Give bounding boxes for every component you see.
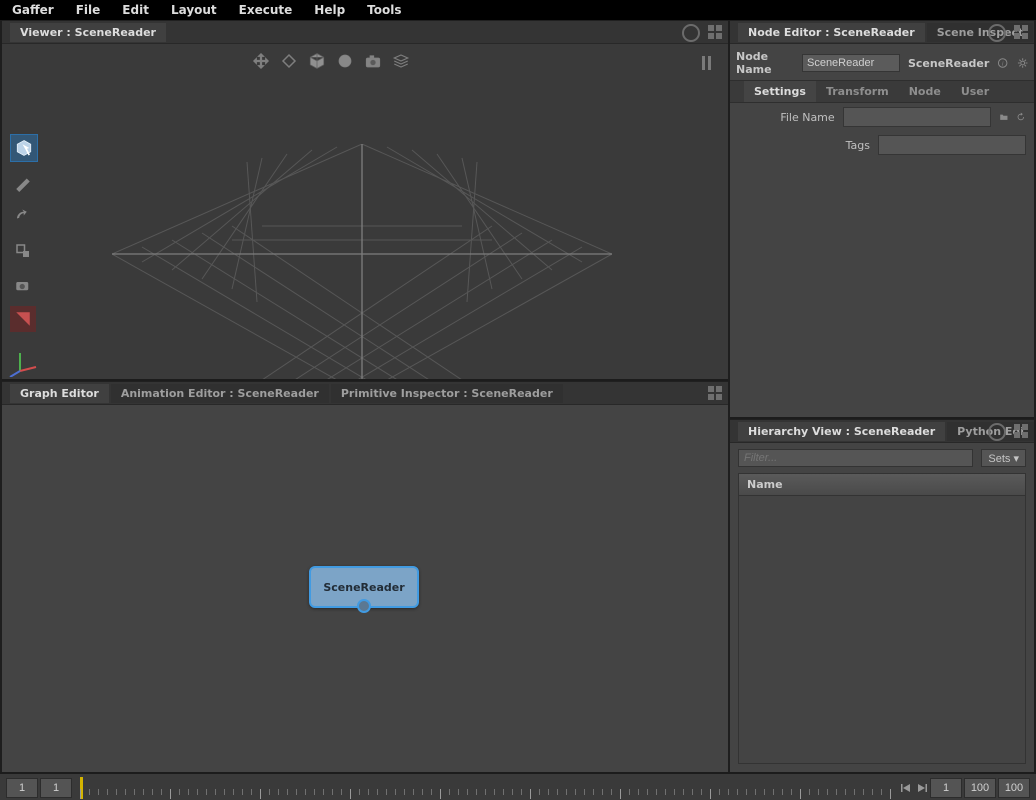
menubar-item-gaffer[interactable]: Gaffer (4, 1, 68, 19)
hierarchy-column-name[interactable]: Name (738, 473, 1026, 496)
node-header: Node Name SceneReader i (730, 44, 1034, 80)
subtab-transform[interactable]: Transform (816, 81, 899, 102)
tool-crop[interactable] (10, 306, 36, 332)
folder-icon[interactable] (999, 110, 1009, 124)
tool-translate[interactable] (10, 170, 36, 196)
hierarchy-tabstrip: Hierarchy View : SceneReader Python Edi (730, 419, 1034, 443)
tags-label: Tags (738, 139, 870, 152)
menubar-item-layout[interactable]: Layout (163, 1, 231, 19)
ground-grid (112, 144, 612, 381)
menubar-item-execute[interactable]: Execute (231, 1, 307, 19)
expand-all-icon[interactable] (252, 52, 270, 70)
graph-layout-icon[interactable] (708, 386, 722, 400)
tool-select[interactable] (10, 134, 38, 162)
axis-gnomon-icon (8, 347, 38, 377)
timeline-start-frame[interactable] (40, 778, 72, 798)
viewer-pin-icon[interactable] (682, 24, 700, 42)
tags-row: Tags (730, 131, 1034, 159)
tool-scale[interactable] (10, 238, 36, 264)
tab-animation-editor[interactable]: Animation Editor : SceneReader (111, 384, 329, 403)
viewer-layout-icon[interactable] (708, 25, 722, 39)
hierarchy-filter-input[interactable] (738, 449, 973, 467)
reload-icon[interactable] (1016, 110, 1026, 124)
menubar-item-help[interactable]: Help (306, 1, 359, 19)
node-editor-subtabs: Settings Transform Node User (730, 80, 1034, 103)
node-scenereader[interactable]: SceneReader (309, 566, 419, 608)
subtab-user[interactable]: User (951, 81, 999, 102)
node-editor-tabstrip: Node Editor : SceneReader Scene Inspect (730, 20, 1034, 44)
tool-camera[interactable] (10, 272, 36, 298)
node-type-name: SceneReader (908, 57, 989, 70)
graph-editor[interactable]: SceneReader (2, 405, 728, 772)
tool-rotate[interactable] (10, 204, 36, 230)
gear-icon[interactable] (1017, 56, 1028, 70)
node-name-label: Node Name (736, 50, 794, 76)
layers-icon[interactable] (392, 52, 410, 70)
left-column: Viewer : SceneReader (0, 20, 730, 772)
draw-mode-icon[interactable] (280, 52, 298, 70)
menubar: Gaffer File Edit Layout Execute Help Too… (0, 0, 1036, 20)
graph-tabstrip: Graph Editor Animation Editor : SceneRea… (2, 381, 728, 405)
viewer-tool-column (10, 134, 38, 332)
tab-viewer[interactable]: Viewer : SceneReader (10, 23, 166, 42)
viewer[interactable] (2, 44, 728, 381)
sphere-icon[interactable] (336, 52, 354, 70)
sets-button[interactable]: Sets ▾ (981, 449, 1026, 467)
info-icon[interactable]: i (997, 56, 1008, 70)
tab-graph-editor[interactable]: Graph Editor (10, 384, 109, 403)
hierarchy-layout-icon[interactable] (1014, 424, 1028, 438)
right-column: Node Editor : SceneReader Scene Inspect … (730, 20, 1036, 772)
timeline-current-frame[interactable] (930, 778, 962, 798)
play-backward-button[interactable] (900, 781, 912, 795)
tab-hierarchy-view[interactable]: Hierarchy View : SceneReader (738, 422, 945, 441)
menubar-item-file[interactable]: File (68, 1, 115, 19)
menubar-item-tools[interactable]: Tools (359, 1, 415, 19)
timeline-start-cap[interactable] (6, 778, 38, 798)
pause-button[interactable] (702, 56, 714, 70)
tags-input[interactable] (878, 135, 1026, 155)
play-forward-button[interactable] (916, 781, 928, 795)
timeline-end-cap[interactable] (998, 778, 1030, 798)
subtab-settings[interactable]: Settings (744, 81, 816, 102)
file-name-input[interactable] (843, 107, 991, 127)
viewer-toolbar (252, 52, 410, 70)
hierarchy-pin-icon[interactable] (988, 423, 1006, 441)
timeline (0, 772, 1036, 800)
svg-text:i: i (1002, 61, 1004, 67)
viewer-tabstrip: Viewer : SceneReader (2, 20, 728, 44)
file-name-row: File Name (730, 103, 1034, 131)
hierarchy-filter-bar: Sets ▾ (730, 443, 1034, 473)
tab-primitive-inspector[interactable]: Primitive Inspector : SceneReader (331, 384, 563, 403)
file-name-label: File Name (738, 111, 835, 124)
menubar-item-edit[interactable]: Edit (114, 1, 163, 19)
play-controls (900, 781, 928, 795)
hierarchy-panel: Hierarchy View : SceneReader Python Edi … (730, 419, 1034, 772)
hierarchy-list[interactable] (738, 496, 1026, 764)
timeline-track[interactable] (80, 777, 892, 799)
node-editor-layout-icon[interactable] (1014, 25, 1028, 39)
node-name-input[interactable] (802, 54, 900, 72)
node-editor-panel: Node Editor : SceneReader Scene Inspect … (730, 20, 1034, 419)
camera-icon[interactable] (364, 52, 382, 70)
timeline-end-frame[interactable] (964, 778, 996, 798)
tab-node-editor[interactable]: Node Editor : SceneReader (738, 23, 925, 42)
node-editor-pin-icon[interactable] (988, 24, 1006, 42)
timeline-ticks (80, 789, 892, 799)
subtab-node[interactable]: Node (899, 81, 951, 102)
cube-icon[interactable] (308, 52, 326, 70)
